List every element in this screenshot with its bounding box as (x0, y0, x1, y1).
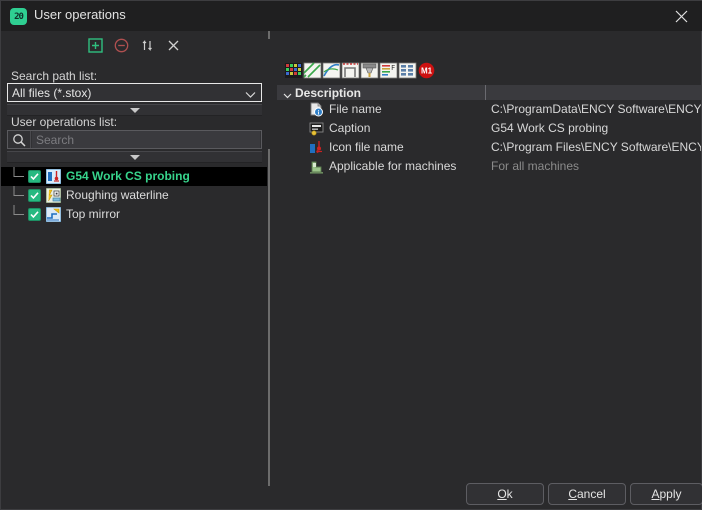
property-grid: Description i File name C:\ProgramData\E… (277, 85, 701, 176)
top-mirror-icon (46, 207, 61, 222)
ok-accel: O (497, 487, 506, 501)
ok-button[interactable]: Ok (466, 483, 544, 505)
property-name: Applicable for machines (329, 159, 456, 173)
left-toolbar (1, 32, 267, 56)
title-bar: 20 User operations (1, 1, 702, 31)
property-value[interactable]: G54 Work CS probing (491, 121, 701, 135)
icon-file-icon (309, 140, 324, 155)
chevron-down-icon (245, 88, 256, 102)
right-toolbar (270, 32, 702, 58)
item-checkbox[interactable] (28, 189, 41, 202)
search-path-label: Search path list: (11, 69, 97, 83)
search-icon (8, 131, 31, 148)
table-rows-icon[interactable] (398, 61, 417, 80)
user-operations-dialog: 20 User operations (0, 0, 702, 510)
m1-badge-icon[interactable]: M1 (417, 61, 436, 80)
list-item[interactable]: Top mirror (1, 205, 267, 224)
apply-accel: A (651, 487, 659, 501)
property-value[interactable]: For all machines (491, 159, 701, 173)
property-group-label: Description (295, 86, 361, 100)
ok-rest: k (507, 487, 513, 501)
remove-button[interactable] (111, 35, 131, 55)
cancel-rest: ancel (577, 487, 606, 501)
close-icon[interactable] (659, 1, 702, 31)
drill-tool-icon[interactable] (360, 61, 379, 80)
green-hatch-icon[interactable] (303, 61, 322, 80)
file-info-icon: i (309, 102, 324, 117)
svg-text:M1: M1 (421, 66, 433, 75)
tree-branch-line (13, 167, 25, 186)
caption-icon (309, 121, 324, 136)
apply-rest: pply (660, 487, 682, 501)
list-item[interactable]: Roughing waterline (1, 186, 267, 205)
list-item-label: Top mirror (66, 207, 120, 221)
chevron-down-icon (283, 89, 291, 97)
property-name: Icon file name (329, 140, 404, 154)
app-icon-glyph: 20 (14, 12, 23, 22)
roughing-waterline-icon (46, 188, 61, 203)
tree-branch-line (13, 205, 25, 224)
chevron-down-icon (130, 155, 140, 160)
table-row[interactable]: Icon file name C:\Program Files\ENCY Sof… (277, 138, 701, 157)
color-grid-icon[interactable] (284, 61, 303, 80)
cancel-accel: C (568, 487, 577, 501)
list-item-label: G54 Work CS probing (66, 169, 190, 183)
list-item-label: Roughing waterline (66, 188, 169, 202)
probing-icon (46, 169, 61, 184)
search-path-value: All files (*.stox) (12, 86, 91, 100)
property-group-header[interactable]: Description (277, 85, 701, 100)
window-title: User operations (34, 7, 126, 22)
item-checkbox[interactable] (28, 170, 41, 183)
app-green-icon: 20 (10, 8, 27, 25)
blue-curve-icon[interactable] (322, 61, 341, 80)
operations-tree: G54 Work CS probing Roughing waterline (1, 167, 267, 224)
svg-text:F: F (391, 64, 395, 72)
collapse-bar-operations-list[interactable] (7, 151, 262, 163)
search-box[interactable] (7, 130, 262, 149)
apply-button[interactable]: Apply (630, 483, 702, 505)
list-item[interactable]: G54 Work CS probing (1, 167, 267, 186)
property-value[interactable]: C:\Program Files\ENCY Software\ENCY (491, 140, 701, 154)
property-name: File name (329, 102, 382, 116)
search-input[interactable] (32, 131, 260, 148)
add-button[interactable] (85, 35, 105, 55)
table-row[interactable]: Applicable for machines For all machines (277, 157, 701, 176)
operation-type-icon-strip: F M1 (284, 61, 436, 80)
item-checkbox[interactable] (28, 208, 41, 221)
search-path-combobox[interactable]: All files (*.stox) (7, 83, 262, 102)
list-lines-icon[interactable]: F (379, 61, 398, 80)
cancel-button[interactable]: Cancel (548, 483, 626, 505)
chevron-down-icon (130, 108, 140, 113)
column-divider[interactable] (485, 85, 486, 100)
refresh-button[interactable] (137, 35, 157, 55)
operations-list-label: User operations list: (11, 115, 117, 129)
table-row[interactable]: i File name C:\ProgramData\ENCY Software… (277, 100, 701, 119)
table-row[interactable]: Caption G54 Work CS probing (277, 119, 701, 138)
property-name: Caption (329, 121, 370, 135)
pane-splitter[interactable] (268, 149, 270, 486)
machine-icon (309, 159, 324, 174)
property-value[interactable]: C:\ProgramData\ENCY Software\ENCY (491, 102, 701, 116)
clear-button[interactable] (163, 35, 183, 55)
tree-branch-line (13, 186, 25, 205)
pocket-icon[interactable] (341, 61, 360, 80)
